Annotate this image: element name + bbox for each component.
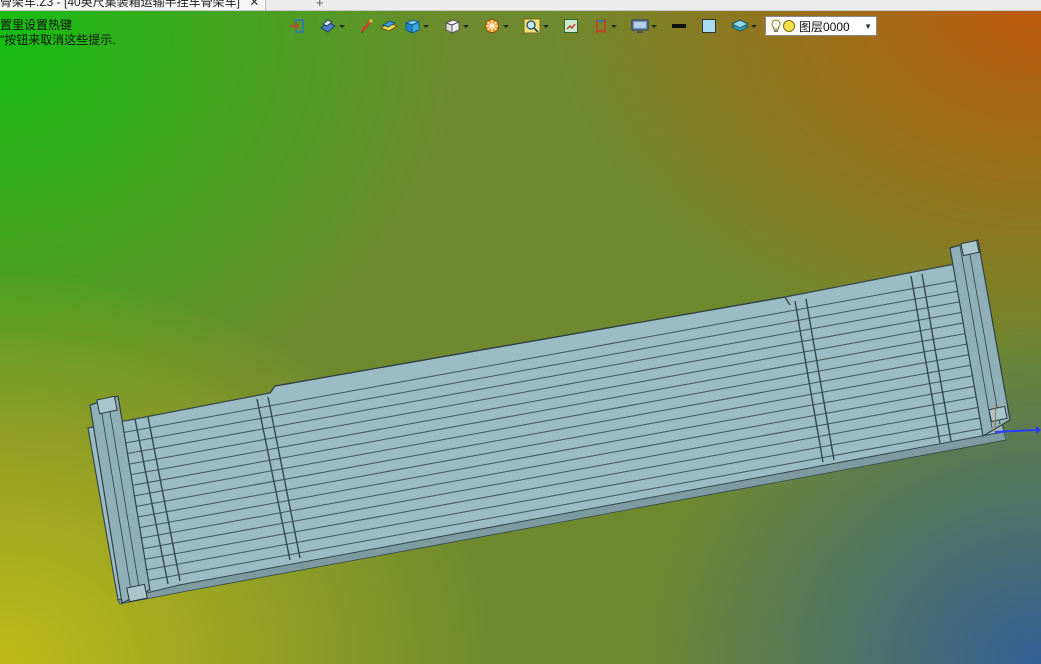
chevron-down-icon [751,24,757,28]
layer-color-icon [783,20,795,32]
layer-name: 图层0000 [799,19,850,34]
document-tab-bar: 骨架车.Z3 - [40英尺集装箱运输半挂车骨架车] ✕ + [0,0,1041,11]
lightbulb-icon [771,19,781,32]
surface-icon [380,20,398,32]
3d-viewport[interactable]: 骨架车.Z3 - [40英尺集装箱运输半挂车骨架车] ✕ + 置里设置热键 "按… [0,0,1041,664]
white-cube-icon [444,19,461,34]
surface-button[interactable] [379,16,399,36]
axis-icon [596,19,606,33]
new-tab-button[interactable]: + [316,0,324,10]
cube-view-button[interactable] [442,16,470,36]
view-orient-button[interactable] [318,16,346,36]
axis-button[interactable] [592,16,618,36]
solid-box-icon [404,19,421,34]
layer-manager-button[interactable] [730,16,758,36]
chevron-down-icon [651,24,657,28]
exit-button[interactable] [288,16,306,36]
view-orient-icon [320,19,336,33]
hint-text: 置里设置热键 "按钮来取消这些提示. [0,18,116,48]
render-ball-icon [485,19,499,33]
fill-color-button[interactable] [700,16,718,36]
chevron-down-icon [543,24,549,28]
monitor-icon [631,19,649,33]
view-toolbar: 图层0000 ▼ [288,15,877,37]
render-button[interactable] [482,16,510,36]
hint-line-1: 置里设置热键 [0,18,73,32]
line-color-icon [672,24,686,28]
layer-select[interactable]: 图层0000 ▼ [765,16,877,36]
line-color-button[interactable] [670,16,688,36]
zoom-icon [523,18,541,34]
zoom-fit-icon [564,19,578,33]
trailer-chassis-model[interactable] [0,0,1041,664]
sketch-button[interactable] [358,16,376,36]
document-tab[interactable]: 骨架车.Z3 - [40英尺集装箱运输半挂车骨架车] ✕ [0,0,267,10]
layer-stack-icon [731,19,749,32]
sketch-pen-icon [361,19,373,33]
chevron-down-icon [423,24,429,28]
display-button[interactable] [630,16,658,36]
hint-line-2: "按钮来取消这些提示. [0,33,116,47]
zoom-fit-button[interactable] [562,16,580,36]
chevron-down-icon [503,24,509,28]
chevron-down-icon [463,24,469,28]
zoom-button[interactable] [522,16,550,36]
chevron-down-icon [339,24,345,28]
exit-icon [290,19,304,33]
fill-color-icon [702,19,716,33]
tab-close-icon[interactable]: ✕ [249,0,259,10]
solid-button[interactable] [402,16,430,36]
chevron-down-icon [611,24,617,28]
chevron-down-icon: ▼ [864,21,872,31]
document-tab-title: 骨架车.Z3 - [40英尺集装箱运输半挂车骨架车] [0,0,241,9]
